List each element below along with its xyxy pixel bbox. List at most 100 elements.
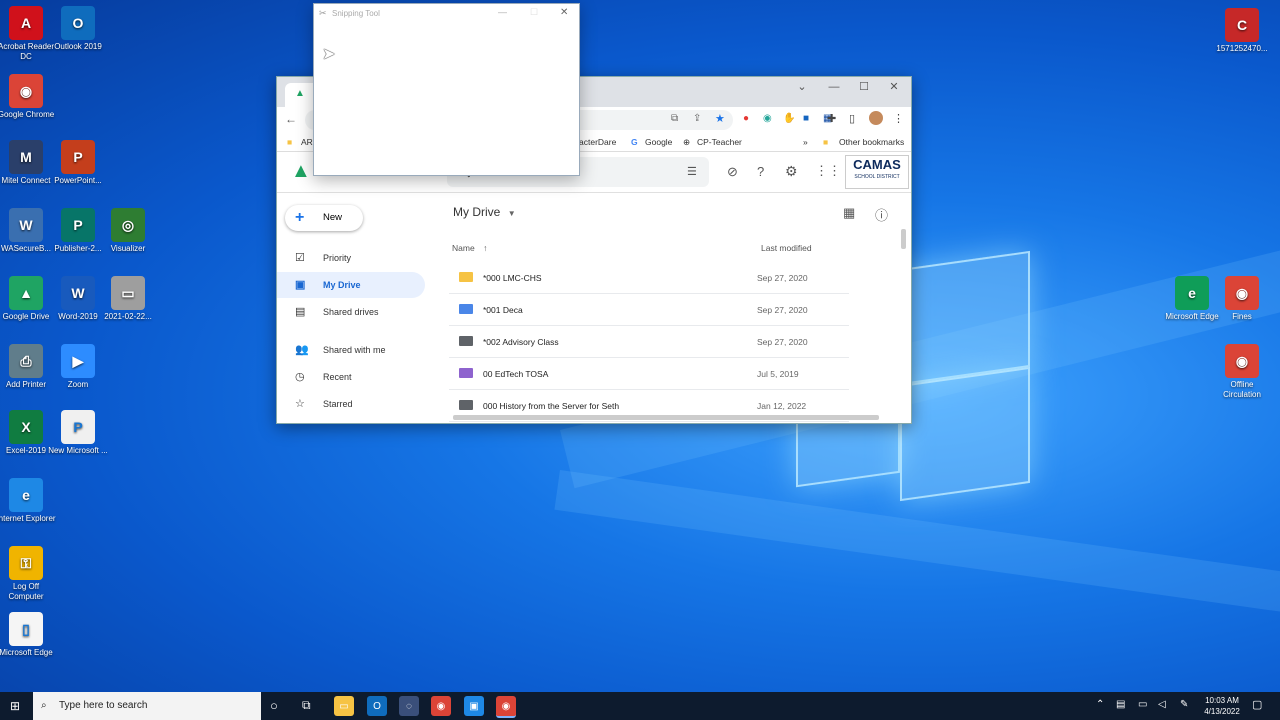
extensions-puzzle-icon[interactable]: ✚ [827, 112, 836, 125]
file-name: *002 Advisory Class [483, 337, 559, 347]
nav-item-label: Shared drives [323, 307, 379, 317]
tray-app-icon[interactable]: ▤ [1116, 699, 1125, 710]
bookmarks-overflow-button[interactable]: » [803, 137, 808, 147]
nav-item-shared-drives[interactable]: ▤ Shared drives [277, 299, 427, 325]
extension-red-icon[interactable]: ● [743, 113, 749, 124]
camas-logo[interactable]: CAMAS SCHOOL DISTRICT [845, 155, 909, 189]
folder-icon [459, 400, 473, 410]
snipping-tool-window[interactable]: ✂ Snipping Tool — ☐ ✕ ➤ [313, 3, 580, 176]
extension-green-icon[interactable]: ◉ [763, 113, 772, 124]
settings-gear-icon[interactable]: ⚙ [785, 163, 798, 180]
network-icon[interactable]: ▭ [1138, 699, 1147, 710]
bookmark-star-icon[interactable]: ★ [715, 112, 725, 125]
desktop-icon[interactable]: C 1571252470... [1212, 8, 1272, 54]
nav-item-starred[interactable]: ☆ Starred [277, 391, 427, 417]
nav-item-label: My Drive [323, 280, 361, 290]
column-header-modified[interactable]: Last modified [761, 243, 812, 253]
shared-with-me-icon: 👥 [295, 344, 309, 356]
bookmark-characterdare[interactable]: acterDare [579, 137, 616, 147]
tray-chevron-icon[interactable]: ⌃ [1096, 699, 1104, 710]
menu-kebab-icon[interactable]: ⋮ [893, 112, 904, 125]
snip-close-button[interactable]: ✕ [560, 7, 568, 18]
grid-view-icon[interactable]: ▦ [843, 205, 855, 221]
desktop-icon[interactable]: ◉ Google Chrome [0, 74, 56, 120]
desktop-icon[interactable]: P PowerPoint... [48, 140, 108, 186]
snip-maximize-button[interactable]: ☐ [530, 7, 538, 18]
drive-favicon-icon: ▲ [295, 88, 305, 99]
tab-search-icon[interactable]: ⌄ [787, 77, 817, 97]
snip-minimize-button[interactable]: — [498, 7, 507, 17]
desktop-icon-label: Log Off Computer [8, 582, 44, 601]
file-row[interactable]: *002 Advisory Class Sep 27, 2020 [449, 325, 849, 358]
drive-logo-icon[interactable]: ▲ [291, 160, 311, 183]
nav-item-recent[interactable]: ◷ Recent [277, 364, 427, 390]
side-panel-icon[interactable]: ▯ [849, 112, 855, 125]
pen-icon[interactable]: ✎ [1180, 699, 1188, 710]
info-icon[interactable]: ⓘ [875, 205, 888, 224]
chrome-active-taskbar-icon[interactable]: ◉ [496, 696, 516, 718]
desktop-icon[interactable]: ◉ Offline Circulation [1212, 344, 1272, 400]
folder-icon [459, 368, 473, 378]
start-windows-icon[interactable]: ⊞ [10, 699, 20, 713]
file-explorer-icon[interactable]: ▭ [334, 696, 354, 716]
desktop-icon-label: Internet Explorer [0, 514, 56, 523]
desktop-icon[interactable]: ◉ Fines [1212, 276, 1272, 322]
horizontal-scrollbar[interactable] [453, 415, 879, 420]
open-external-icon[interactable]: ⧉ [671, 113, 678, 124]
profile-avatar[interactable] [869, 111, 883, 125]
nav-item-shared-with-me[interactable]: 👥 Shared with me [277, 337, 427, 363]
taskbar-clock[interactable]: 10:03 AM 4/13/2022 [1198, 695, 1246, 717]
desktop-icon[interactable]: ◎ Visualizer [98, 208, 158, 254]
c-logo-icon: C [1225, 8, 1259, 42]
notification-icon[interactable]: ▢ [1252, 698, 1262, 711]
new-button[interactable]: + New [285, 205, 363, 231]
desktop-icon[interactable]: ▯ Microsoft Edge [0, 612, 56, 658]
file-row[interactable]: 00 EdTech TOSA Jul 5, 2019 [449, 357, 849, 390]
nav-item-my-drive[interactable]: ▣ My Drive [277, 272, 425, 298]
my-drive-icon: ▣ [295, 279, 306, 291]
desktop-icon[interactable]: e Internet Explorer [0, 478, 56, 524]
extension-blue-icon[interactable]: ■ [803, 113, 809, 124]
bookmark-ar[interactable]: AR [301, 137, 313, 147]
nav-item-priority[interactable]: ☑ Priority [277, 245, 427, 271]
file-name: 00 EdTech TOSA [483, 369, 549, 379]
maximize-button[interactable]: ☐ [849, 77, 879, 97]
file-row[interactable]: *000 LMC-CHS Sep 27, 2020 [449, 261, 849, 294]
help-icon[interactable]: ? [757, 164, 764, 179]
desktop-icon[interactable]: ▭ 2021-02-22... [98, 276, 158, 322]
taskbar-search-input[interactable]: ⌕ Type here to search [33, 692, 261, 720]
powerpoint-icon: P [61, 140, 95, 174]
desktop-icon[interactable]: ▶ Zoom [48, 344, 108, 390]
clock-time: 10:03 AM [1205, 696, 1239, 705]
chrome-icon: ◉ [1225, 344, 1259, 378]
location-header[interactable]: My Drive ▼ [453, 205, 516, 219]
snipping-taskbar-icon[interactable]: ▣ [464, 696, 484, 716]
back-icon[interactable]: ← [285, 112, 297, 126]
bookmark-google[interactable]: Google [645, 137, 672, 147]
mitel-taskbar-icon[interactable]: ◌ [399, 696, 419, 716]
file-row[interactable]: *001 Deca Sep 27, 2020 [449, 293, 849, 326]
task-view-icon[interactable]: ⧉ [302, 698, 311, 713]
bookmark-folder-icon: ■ [287, 137, 293, 147]
search-options-icon[interactable]: ☰ [687, 157, 697, 187]
volume-icon[interactable]: ◁ [1158, 699, 1166, 710]
close-button[interactable]: ✕ [879, 77, 909, 97]
column-header-name[interactable]: Name ↑ [452, 243, 487, 253]
extension-yellow-icon[interactable]: ✋ [783, 113, 795, 124]
bookmark-cp-teacher[interactable]: CP-Teacher [697, 137, 742, 147]
minimize-button[interactable]: — [819, 77, 849, 97]
zoom-icon: ▶ [61, 344, 95, 378]
file-name: 000 History from the Server for Seth [483, 401, 620, 411]
desktop-icon[interactable]: P New Microsoft ... [48, 410, 108, 456]
share-icon[interactable]: ⇪ [693, 113, 701, 124]
chrome-taskbar-icon[interactable]: ◉ [431, 696, 451, 716]
offline-ready-icon[interactable]: ⊘ [727, 164, 738, 180]
vertical-scrollbar[interactable] [901, 229, 906, 249]
outlook-icon: O [61, 6, 95, 40]
desktop-icon[interactable]: O Outlook 2019 [48, 6, 108, 52]
outlook-taskbar-icon[interactable]: O [367, 696, 387, 716]
desktop-icon[interactable]: ⚿ Log Off Computer [0, 546, 56, 602]
bookmark-other[interactable]: Other bookmarks [839, 137, 904, 147]
apps-grid-icon[interactable]: ⋮⋮ [815, 163, 841, 179]
cortana-icon[interactable]: ○ [270, 698, 278, 713]
